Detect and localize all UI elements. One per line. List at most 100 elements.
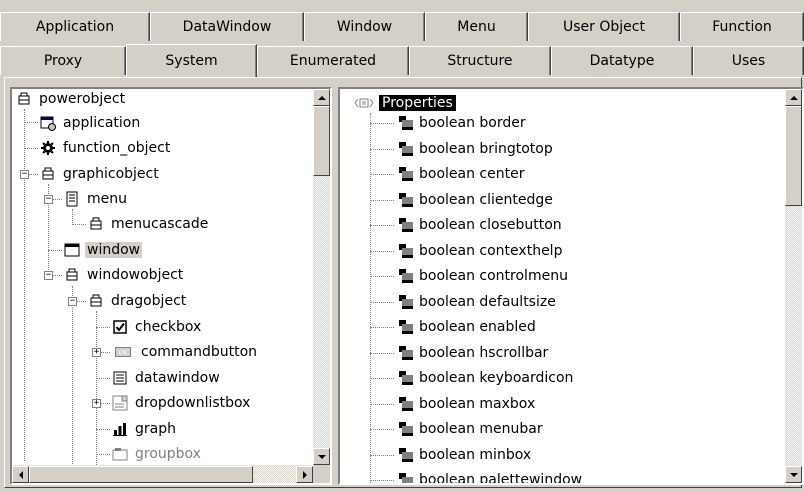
- tab-proxy[interactable]: Proxy: [0, 46, 126, 75]
- tree-horizontal-scrollbar[interactable]: [12, 465, 313, 483]
- tab-user-object[interactable]: User Object: [528, 12, 680, 41]
- tree-node-checkbox[interactable]: checkbox: [112, 317, 203, 337]
- tree-line: [370, 378, 394, 379]
- property-item[interactable]: boolean defaultsize: [398, 292, 556, 312]
- property-label: boolean center: [419, 166, 525, 182]
- tab-label: Application: [35, 19, 115, 35]
- tree-line: [370, 123, 394, 124]
- tree-node-dragobject[interactable]: dragobject: [88, 291, 188, 311]
- expand-dropdownlistbox[interactable]: +: [92, 399, 101, 408]
- menu-icon: [66, 191, 78, 207]
- property-item[interactable]: boolean menubar: [398, 419, 543, 439]
- tab-label: DataWindow: [182, 19, 272, 35]
- tree-node-powerobject[interactable]: powerobject: [16, 89, 127, 109]
- property-label: boolean palettewindow: [419, 472, 583, 485]
- tree-line: [370, 174, 394, 175]
- property-label: boolean enabled: [419, 319, 536, 335]
- properties-vertical-scrollbar[interactable]: [785, 89, 802, 483]
- graph-icon: [113, 423, 127, 436]
- tree-node-menu[interactable]: menu: [64, 189, 129, 209]
- tree-node-commandbutton[interactable]: OK commandbutton: [112, 342, 259, 362]
- property-icon: [399, 473, 413, 483]
- scroll-thumb[interactable]: [29, 466, 253, 483]
- property-label: boolean clientedge: [419, 192, 553, 208]
- tab-datatype[interactable]: Datatype: [551, 46, 693, 75]
- tree-line: [72, 224, 86, 225]
- tab-system[interactable]: System: [126, 44, 257, 77]
- tree-line: [53, 199, 62, 200]
- tree-node-function-object[interactable]: function_object: [40, 138, 172, 158]
- scroll-up-button[interactable]: [313, 89, 330, 106]
- tree-node-menucascade[interactable]: menucascade: [88, 214, 210, 234]
- scroll-thumb[interactable]: [785, 106, 802, 206]
- collapse-dragobject[interactable]: −: [68, 297, 77, 306]
- property-icon: [399, 422, 413, 436]
- tree-node-window[interactable]: window: [64, 240, 143, 260]
- tab-structure[interactable]: Structure: [409, 46, 551, 75]
- collapse-graphicobject[interactable]: −: [20, 170, 29, 179]
- scroll-left-button[interactable]: [12, 466, 29, 483]
- tree-node-graph[interactable]: graph: [112, 419, 178, 439]
- property-label: boolean contexthelp: [419, 243, 563, 259]
- tree-node-dropdownlistbox[interactable]: dropdownlistbox: [112, 393, 252, 413]
- properties-pane[interactable]: Properties boolean border boolean bringto…: [338, 87, 804, 485]
- property-item[interactable]: boolean bringtotop: [398, 139, 553, 159]
- tree-node-label: checkbox: [135, 319, 202, 335]
- window-icon: [64, 243, 80, 257]
- tree-line: [370, 251, 394, 252]
- tree-node-groupbox[interactable]: groupbox: [112, 444, 203, 464]
- tree-node-graphicobject[interactable]: graphicobject: [40, 164, 161, 184]
- tree-line: [370, 353, 394, 354]
- property-label: boolean maxbox: [419, 396, 536, 412]
- property-item[interactable]: boolean contexthelp: [398, 241, 562, 261]
- scroll-right-button[interactable]: [296, 466, 313, 483]
- scroll-thumb[interactable]: [313, 106, 330, 176]
- property-item[interactable]: boolean enabled: [398, 317, 536, 337]
- tab-datawindow[interactable]: DataWindow: [150, 12, 304, 41]
- property-item[interactable]: boolean center: [398, 164, 524, 184]
- tree-node-label: groupbox: [135, 446, 201, 462]
- tab-row-1: Application DataWindow Window Menu User …: [0, 12, 804, 41]
- property-item[interactable]: boolean minbox: [398, 445, 531, 465]
- tree-node-windowobject[interactable]: windowobject: [64, 265, 185, 285]
- tab-menu[interactable]: Menu: [425, 12, 528, 41]
- tree-node-application[interactable]: application: [40, 113, 142, 133]
- scrollbar-corner: [313, 465, 330, 483]
- scroll-up-button[interactable]: [785, 89, 802, 106]
- scroll-down-button[interactable]: [313, 448, 330, 465]
- property-item[interactable]: boolean border: [398, 113, 526, 133]
- tab-uses[interactable]: Uses: [693, 46, 804, 75]
- property-item[interactable]: boolean palettewindow: [398, 470, 583, 485]
- tree-line: [96, 429, 110, 430]
- object-tree-pane[interactable]: − − − − + + powerobject application func…: [10, 87, 332, 485]
- property-icon: [399, 320, 413, 334]
- property-label: boolean menubar: [419, 421, 543, 437]
- property-icon: [399, 218, 413, 232]
- scroll-down-button[interactable]: [785, 466, 802, 483]
- properties-header[interactable]: Properties: [354, 94, 456, 112]
- property-item[interactable]: boolean maxbox: [398, 394, 535, 414]
- property-item[interactable]: boolean hscrollbar: [398, 343, 548, 363]
- expand-commandbutton[interactable]: +: [92, 348, 101, 357]
- application-icon: [40, 116, 56, 131]
- property-icon: [399, 193, 413, 207]
- collapse-windowobject[interactable]: −: [44, 271, 53, 280]
- tree-vertical-scrollbar[interactable]: [313, 89, 330, 465]
- tab-label: Window: [336, 19, 393, 35]
- tab-label: Uses: [731, 53, 766, 69]
- tab-label: Enumerated: [289, 53, 377, 69]
- class-icon: [90, 294, 102, 307]
- tab-label: Function: [712, 19, 772, 35]
- property-item[interactable]: boolean clientedge: [398, 190, 553, 210]
- property-item[interactable]: boolean controlmenu: [398, 266, 568, 286]
- tab-window[interactable]: Window: [304, 12, 425, 41]
- tree-node-label: dragobject: [111, 293, 187, 309]
- property-item[interactable]: boolean closebutton: [398, 215, 562, 235]
- tab-function[interactable]: Function: [680, 12, 804, 41]
- collapse-menu[interactable]: −: [44, 195, 53, 204]
- property-item[interactable]: boolean keyboardicon: [398, 368, 573, 388]
- tree-node-datawindow[interactable]: datawindow: [112, 368, 222, 388]
- arrow-down-icon: [789, 472, 798, 477]
- tab-enumerated[interactable]: Enumerated: [257, 46, 409, 75]
- tab-application[interactable]: Application: [0, 12, 150, 41]
